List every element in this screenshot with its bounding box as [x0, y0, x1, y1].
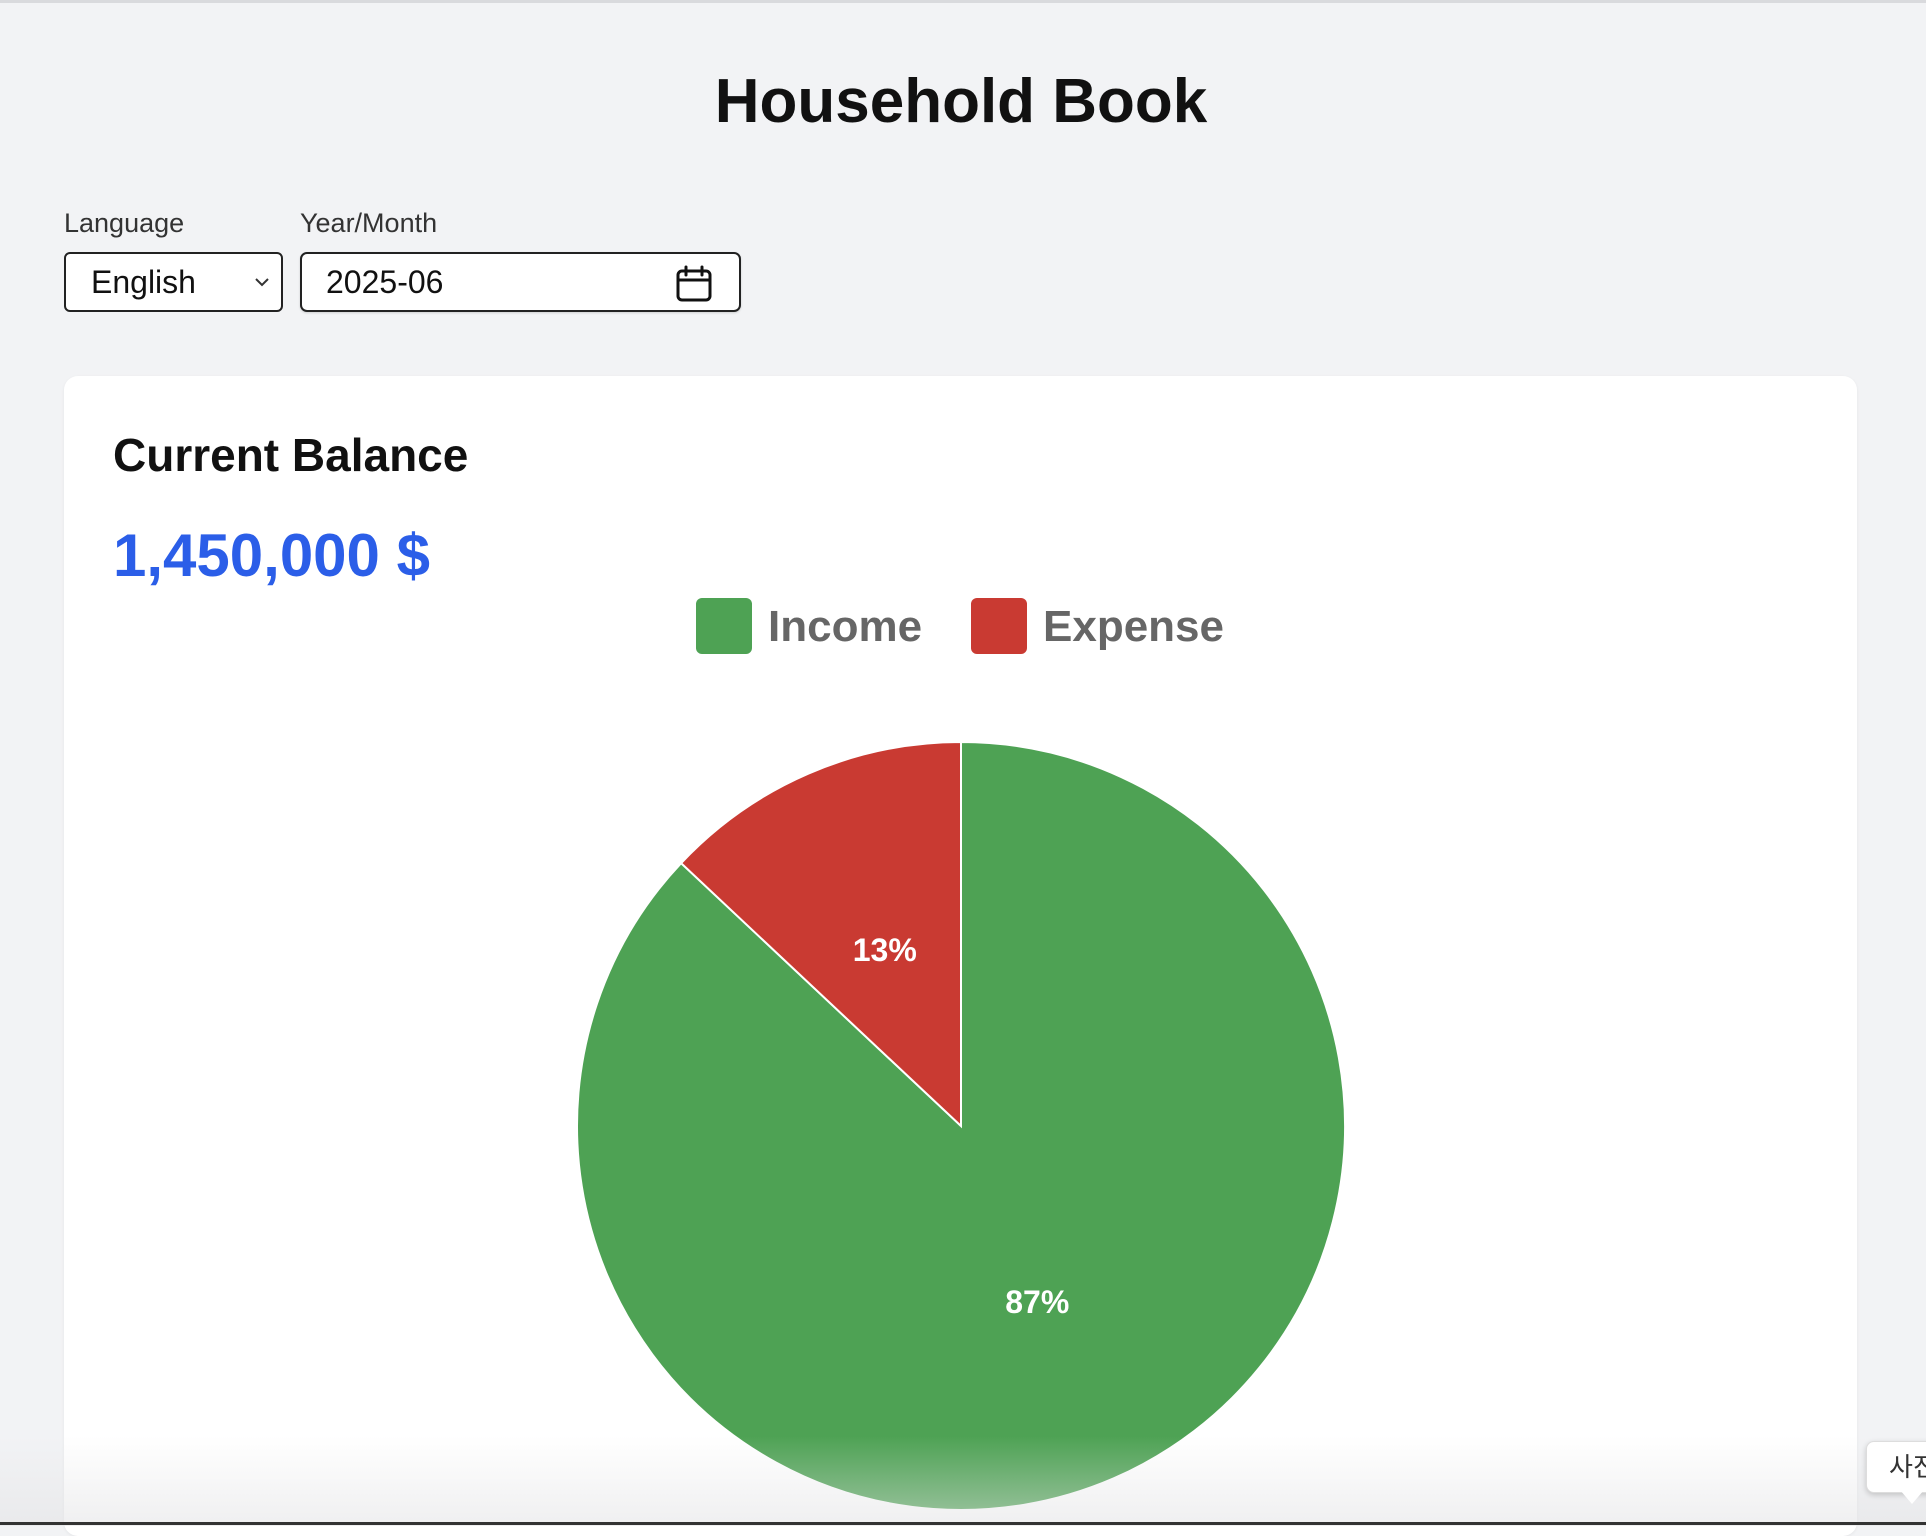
language-select[interactable]: English [64, 252, 283, 312]
calendar-icon[interactable] [675, 265, 713, 303]
language-label: Language [64, 208, 185, 238]
chart-legend: Income Expense [64, 596, 1857, 656]
yearmonth-label: Year/Month [300, 208, 438, 238]
window-bottom-edge [0, 1522, 1926, 1525]
yearmonth-field: Year/Month 2025-06 [300, 206, 741, 312]
tooltip-tail [1900, 1490, 1924, 1504]
yearmonth-value: 2025-06 [326, 264, 444, 300]
chevron-down-icon [255, 278, 269, 287]
yearmonth-input[interactable]: 2025-06 [300, 252, 741, 312]
pie-label-expense: 13% [853, 932, 917, 968]
legend-label-expense: Expense [1043, 602, 1224, 651]
language-field: Language English [64, 206, 283, 312]
page-title: Household Book [714, 67, 1208, 136]
legend-label-income: Income [768, 602, 923, 651]
balance-card: Current Balance 1,450,000 $ Income Expen… [64, 376, 1857, 1536]
balance-amount: 1,450,000 $ [113, 522, 430, 589]
pie-chart: 87% 13% [576, 741, 1346, 1511]
legend-swatch-income [696, 598, 752, 654]
language-select-value: English [91, 264, 196, 300]
pie-label-income: 87% [1005, 1284, 1069, 1320]
tooltip-bubble: 사진 [1866, 1441, 1926, 1493]
card-title: Current Balance [113, 429, 469, 481]
legend-swatch-expense [971, 598, 1027, 654]
top-border [0, 0, 1926, 3]
